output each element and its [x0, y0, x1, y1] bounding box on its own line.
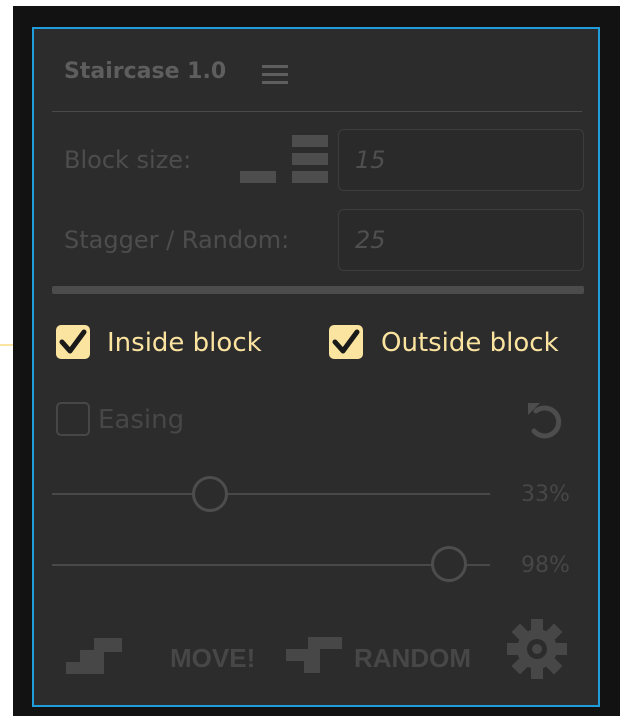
easing-checkbox[interactable]	[56, 402, 90, 436]
outside-block-label[interactable]: Outside block	[381, 328, 559, 358]
slider-1-value: 33%	[521, 482, 570, 507]
hamburger-menu-icon[interactable]	[262, 65, 288, 85]
slider-1-track[interactable]	[52, 493, 490, 495]
panel-title: Staircase 1.0	[64, 59, 227, 84]
outside-block-checkbox[interactable]	[329, 325, 363, 359]
block-size-icon	[240, 131, 330, 187]
inside-block-label[interactable]: Inside block	[107, 328, 262, 358]
stagger-field[interactable]	[338, 209, 584, 271]
random-button[interactable]: RANDOM	[354, 643, 471, 674]
stairs-icon[interactable]	[66, 634, 126, 676]
move-button[interactable]: MOVE!	[170, 643, 255, 674]
check-icon	[59, 329, 87, 354]
easing-label[interactable]: Easing	[98, 405, 184, 435]
check-icon	[332, 329, 360, 354]
staircase-panel: Staircase 1.0 Block size: Stagger / Rand…	[32, 27, 600, 707]
slider-2-knob[interactable]	[431, 546, 467, 582]
header-divider	[52, 111, 582, 112]
undo-arrow-icon[interactable]	[522, 397, 566, 441]
section-divider	[52, 286, 584, 294]
slider-2-track[interactable]	[52, 564, 490, 566]
block-size-field[interactable]	[338, 129, 584, 191]
stagger-label: Stagger / Random:	[64, 226, 290, 254]
slider-2-value: 98%	[521, 553, 570, 578]
slider-1-knob[interactable]	[192, 476, 228, 512]
gear-icon[interactable]	[506, 618, 568, 680]
stagger-input[interactable]	[339, 210, 583, 270]
random-stairs-icon[interactable]	[286, 635, 344, 675]
block-size-label: Block size:	[64, 146, 192, 174]
block-size-input[interactable]	[339, 130, 583, 190]
inside-block-checkbox[interactable]	[56, 325, 90, 359]
